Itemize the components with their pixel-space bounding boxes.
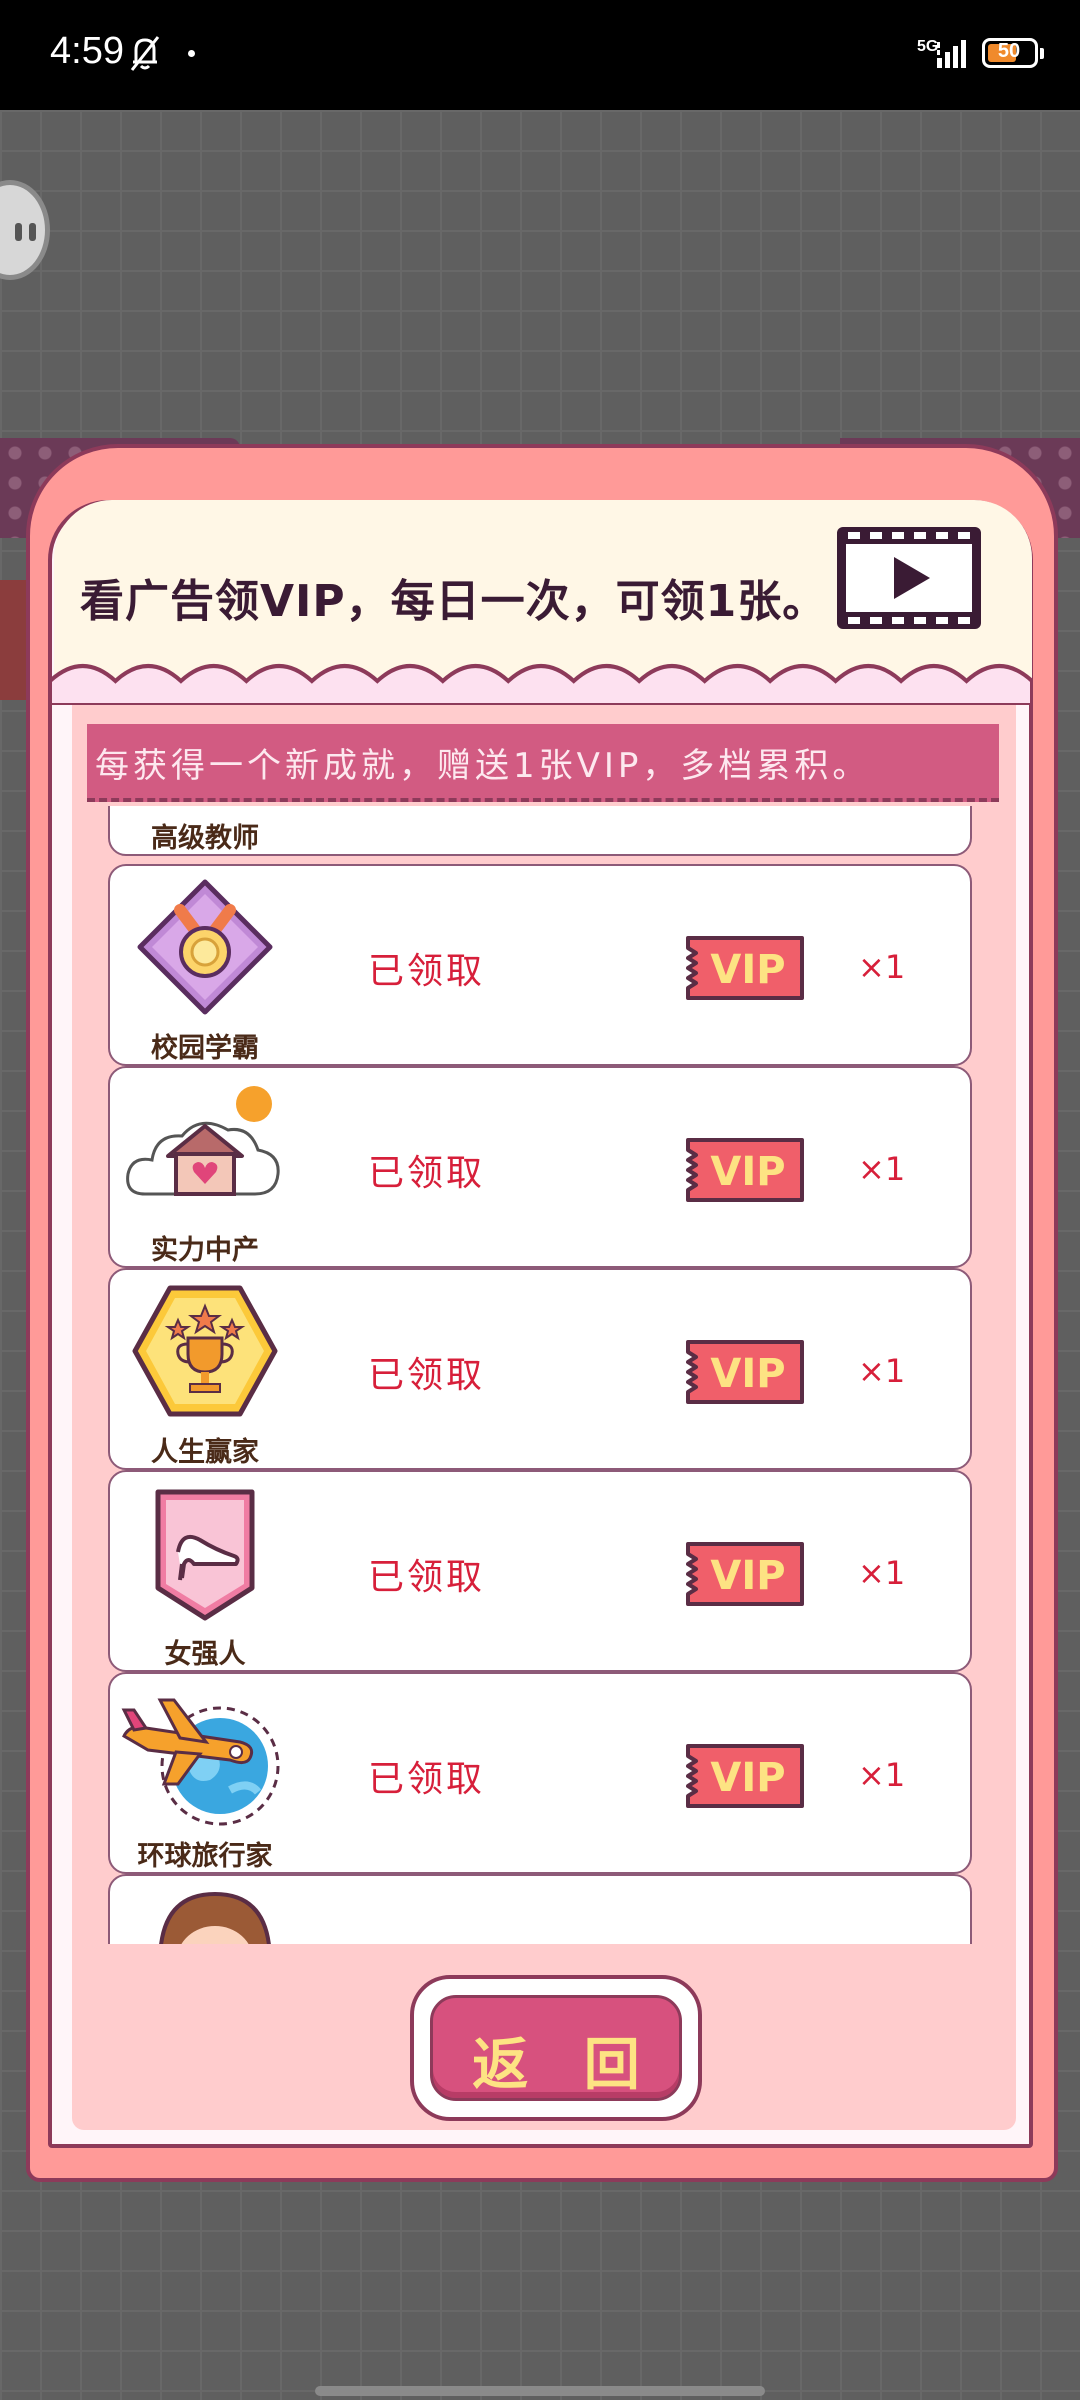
- vip-label: VIP: [710, 1755, 785, 1801]
- achievement-name: 高级教师: [151, 823, 259, 854]
- achievement-name: 校园学霸: [151, 1033, 259, 1064]
- achievement-name: 环球旅行家: [137, 1841, 273, 1872]
- claimed-status: 已领取: [368, 1557, 486, 1598]
- list-item: [108, 1874, 972, 1944]
- video-play-icon[interactable]: [834, 524, 984, 632]
- vip-ticket-icon: VIP: [686, 1138, 804, 1202]
- status-bar: 4:59 5G 50: [0, 0, 1080, 110]
- achievement-banner: 每获得一个新成就，赠送1张VIP，多档累积。: [87, 724, 999, 802]
- list-item: 校园学霸 已领取 VIP ×1: [108, 864, 972, 1066]
- trophy-icon: [132, 1285, 278, 1417]
- globe-plane-icon: [121, 1698, 280, 1826]
- high-heel-icon: [155, 1489, 255, 1621]
- vip-ticket-icon: VIP: [686, 1542, 804, 1606]
- achievement-name: 女强人: [164, 1639, 246, 1670]
- network-type: 5G: [917, 38, 939, 55]
- bell-off-icon: [130, 36, 160, 71]
- watch-ad-text[interactable]: 看广告领VIP，每日一次，可领1张。: [80, 565, 827, 629]
- reward-quantity: ×1: [858, 948, 906, 986]
- achievement-name: 人生赢家: [151, 1437, 259, 1468]
- house-icon: [126, 1086, 280, 1196]
- vip-label: VIP: [710, 1351, 785, 1397]
- claimed-status: 已领取: [368, 1355, 486, 1396]
- vip-label: VIP: [710, 1149, 785, 1195]
- reward-quantity: ×1: [858, 1150, 906, 1188]
- vip-ticket-icon: VIP: [686, 1340, 804, 1404]
- vip-label: VIP: [710, 947, 785, 993]
- signal-icon: [937, 40, 966, 68]
- list-item: 实力中产 已领取 VIP ×1: [108, 1066, 972, 1268]
- medal-icon: [137, 879, 273, 1015]
- reward-quantity: ×1: [858, 1352, 906, 1390]
- achievement-list[interactable]: 高级教师 校园学霸 已领取 VIP ×1 实力中产 已领取 VIP ×1 人生赢…: [100, 806, 990, 1944]
- banner-text: 每获得一个新成就，赠送1张VIP，多档累积。: [95, 746, 871, 786]
- vip-ticket-icon: VIP: [686, 936, 804, 1000]
- notification-dot-icon: [188, 50, 195, 57]
- list-item: 高级教师: [108, 806, 972, 856]
- reward-quantity: ×1: [858, 1554, 906, 1592]
- status-time: 4:59: [50, 30, 124, 72]
- vip-ticket-icon: VIP: [686, 1744, 804, 1808]
- reward-quantity: ×1: [858, 1756, 906, 1794]
- claimed-status: 已领取: [368, 1153, 486, 1194]
- return-button[interactable]: 返 回: [410, 1975, 702, 2121]
- claimed-status: 已领取: [368, 1759, 486, 1800]
- list-item: 人生赢家 已领取 VIP ×1: [108, 1268, 972, 1470]
- list-item: 女强人 已领取 VIP ×1: [108, 1470, 972, 1672]
- scalloped-divider: [50, 664, 1032, 705]
- battery-level: 50: [997, 40, 1021, 62]
- achievement-name: 实力中产: [151, 1235, 259, 1266]
- vip-label: VIP: [710, 1553, 785, 1599]
- return-label: 返 回: [472, 2033, 658, 2098]
- avatar-icon: [159, 1891, 271, 1944]
- list-item: 环球旅行家 已领取 VIP ×1: [108, 1672, 972, 1874]
- return-button-face[interactable]: 返 回: [430, 1995, 682, 2101]
- home-indicator[interactable]: [315, 2386, 765, 2396]
- claimed-status: 已领取: [368, 951, 486, 992]
- battery-icon: 50: [982, 38, 1044, 68]
